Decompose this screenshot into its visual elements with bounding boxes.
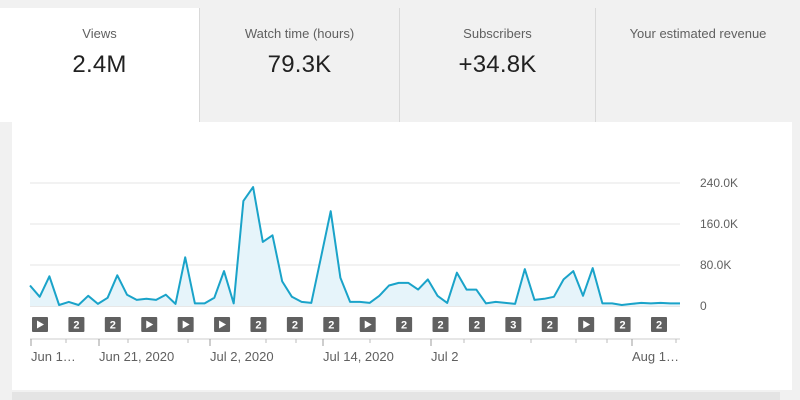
video-marker-play[interactable] (578, 317, 595, 332)
marker-count: 2 (656, 320, 662, 332)
video-marker-count[interactable]: 2 (651, 317, 667, 332)
marker-count: 2 (547, 320, 553, 332)
video-marker-count[interactable]: 3 (505, 317, 522, 332)
views-chart: 240.0K160.0K80.0K0 222222223222 Jun 1… Ju… (29, 176, 738, 364)
marker-count: 2 (620, 320, 626, 332)
x-tick-label: Jun 21, 2020 (99, 349, 174, 364)
marker-count: 2 (437, 320, 443, 332)
video-marker-count[interactable]: 2 (286, 317, 303, 332)
video-marker-count[interactable]: 2 (104, 317, 121, 332)
video-marker-play[interactable] (32, 317, 48, 332)
y-tick-label: 80.0K (700, 258, 731, 272)
x-tick-label: Jun 1… (31, 349, 76, 364)
video-marker-count[interactable]: 2 (432, 317, 449, 332)
marker-count: 2 (401, 320, 407, 332)
y-tick-label: 0 (700, 299, 707, 313)
marker-count: 2 (73, 320, 79, 332)
marker-count: 2 (474, 320, 480, 332)
marker-count: 2 (110, 320, 116, 332)
x-tick-label: Jul 2, 2020 (210, 349, 274, 364)
marker-count: 2 (255, 320, 261, 332)
bottom-strip (12, 392, 780, 400)
grid-lines (30, 182, 680, 307)
video-marker-count[interactable]: 2 (541, 317, 558, 332)
x-tick-label: Jul 14, 2020 (323, 349, 394, 364)
video-marker-count[interactable]: 2 (396, 317, 413, 332)
video-marker-count[interactable]: 2 (68, 317, 85, 332)
x-tick-label: Jul 2 (431, 349, 458, 364)
marker-count: 3 (510, 320, 516, 332)
views-area (30, 187, 680, 306)
video-marker-play[interactable] (141, 317, 158, 332)
video-marker-play[interactable] (214, 317, 231, 332)
video-marker-count[interactable]: 2 (323, 317, 340, 332)
video-marker-play[interactable] (359, 317, 376, 332)
y-tick-label: 160.0K (700, 217, 738, 231)
video-marker-count[interactable]: 2 (250, 317, 267, 332)
y-tick-label: 240.0K (700, 176, 738, 190)
video-markers: 2 2 2 2 2 2 2 2 3 2 2 2 (32, 317, 667, 332)
marker-count: 2 (328, 320, 334, 332)
views-line (29, 186, 680, 306)
marker-count: 2 (292, 320, 298, 332)
y-axis-ticks: 240.0K 160.0K 80.0K 0 (700, 176, 738, 313)
x-axis-ticks: Jun 1… Jun 21, 2020 Jul 2, 2020 Jul 14, 202… (30, 339, 679, 364)
video-marker-count[interactable]: 2 (468, 317, 485, 332)
video-marker-play[interactable] (177, 317, 194, 332)
x-tick-label: Aug 1… (632, 349, 679, 364)
video-marker-count[interactable]: 2 (614, 317, 631, 332)
